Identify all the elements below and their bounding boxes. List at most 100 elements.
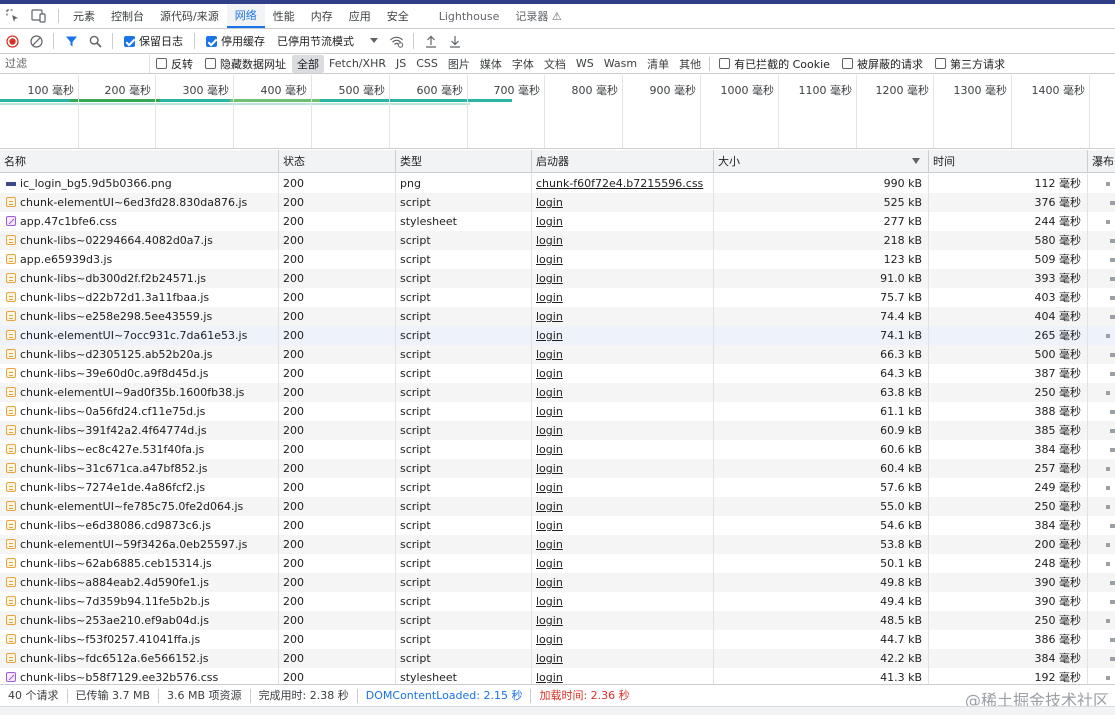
cell-initiator[interactable]: login bbox=[532, 326, 714, 345]
cell-initiator[interactable]: login bbox=[532, 573, 714, 592]
initiator-link[interactable]: login bbox=[536, 443, 563, 456]
column-header-name[interactable]: 名称 bbox=[0, 150, 279, 173]
throttling-select[interactable]: 已停用节流模式 bbox=[271, 33, 384, 49]
blocked-cookies-checkbox[interactable]: 有已拦截的 Cookie bbox=[713, 56, 836, 72]
cell-name[interactable]: chunk-libs~02294664.4082d0a7.js bbox=[0, 231, 279, 250]
table-row[interactable]: chunk-libs~ec8c427e.531f40fa.js 200 script… bbox=[0, 440, 1115, 459]
tab-1[interactable]: 控制台 bbox=[103, 4, 152, 28]
cell-name[interactable]: chunk-libs~ec8c427e.531f40fa.js bbox=[0, 440, 279, 459]
import-har-icon[interactable] bbox=[419, 30, 443, 52]
type-filter-6[interactable]: 字体 bbox=[507, 55, 539, 73]
table-row[interactable]: chunk-libs~d22b72d1.3a11fbaa.js 200 script… bbox=[0, 288, 1115, 307]
cell-name[interactable]: chunk-libs~7274e1de.4a86fcf2.js bbox=[0, 478, 279, 497]
initiator-link[interactable]: login bbox=[536, 671, 563, 684]
table-row[interactable]: chunk-libs~b58f7129.ee32b576.css 200 style… bbox=[0, 668, 1115, 684]
initiator-link[interactable]: login bbox=[536, 519, 563, 532]
type-filter-3[interactable]: CSS bbox=[411, 56, 443, 71]
type-filter-11[interactable]: 其他 bbox=[674, 55, 706, 73]
table-row[interactable]: ic_login_bg5.9d5b0366.png 200 png chunk-f60… bbox=[0, 174, 1115, 193]
table-row[interactable]: chunk-libs~d2305125.ab52b20a.js 200 script… bbox=[0, 345, 1115, 364]
table-row[interactable]: chunk-libs~253ae210.ef9ab04d.js 200 script… bbox=[0, 611, 1115, 630]
type-filter-1[interactable]: Fetch/XHR bbox=[324, 56, 391, 71]
cell-name[interactable]: chunk-libs~fdc6512a.6e566152.js bbox=[0, 649, 279, 668]
initiator-link[interactable]: login bbox=[536, 215, 563, 228]
initiator-link[interactable]: login bbox=[536, 557, 563, 570]
cell-name[interactable]: chunk-libs~f53f0257.41041ffa.js bbox=[0, 630, 279, 649]
table-row[interactable]: chunk-elementUI~6ed3fd28.830da876.js 200 s… bbox=[0, 193, 1115, 212]
table-row[interactable]: chunk-libs~7d359b94.11fe5b2b.js 200 script… bbox=[0, 592, 1115, 611]
cell-initiator[interactable]: login bbox=[532, 383, 714, 402]
hide-data-urls-checkbox[interactable]: 隐藏数据网址 bbox=[199, 56, 292, 72]
table-row[interactable]: chunk-libs~e6d38086.cd9873c6.js 200 script… bbox=[0, 516, 1115, 535]
cell-initiator[interactable]: login bbox=[532, 668, 714, 684]
table-row[interactable]: chunk-libs~02294664.4082d0a7.js 200 script… bbox=[0, 231, 1115, 250]
cell-name[interactable]: chunk-libs~db300d2f.f2b24571.js bbox=[0, 269, 279, 288]
search-icon[interactable] bbox=[83, 30, 107, 52]
tab-6[interactable]: 应用 bbox=[341, 4, 379, 28]
cell-name[interactable]: ic_login_bg5.9d5b0366.png bbox=[0, 174, 279, 193]
invert-checkbox[interactable]: 反转 bbox=[150, 56, 199, 72]
export-har-icon[interactable] bbox=[443, 30, 467, 52]
network-conditions-icon[interactable] bbox=[384, 30, 408, 52]
cell-initiator[interactable]: login bbox=[532, 250, 714, 269]
cell-initiator[interactable]: chunk-f60f72e4.b7215596.css bbox=[532, 174, 714, 193]
type-filter-8[interactable]: WS bbox=[571, 56, 599, 71]
initiator-link[interactable]: login bbox=[536, 291, 563, 304]
initiator-link[interactable]: login bbox=[536, 424, 563, 437]
initiator-link[interactable]: login bbox=[536, 310, 563, 323]
cell-initiator[interactable]: login bbox=[532, 288, 714, 307]
table-row[interactable]: chunk-libs~db300d2f.f2b24571.js 200 script… bbox=[0, 269, 1115, 288]
cell-name[interactable]: chunk-libs~d22b72d1.3a11fbaa.js bbox=[0, 288, 279, 307]
initiator-link[interactable]: login bbox=[536, 576, 563, 589]
cell-initiator[interactable]: login bbox=[532, 459, 714, 478]
record-button[interactable] bbox=[0, 30, 24, 52]
type-filter-7[interactable]: 文档 bbox=[539, 55, 571, 73]
cell-name[interactable]: chunk-libs~0a56fd24.cf11e75d.js bbox=[0, 402, 279, 421]
cell-initiator[interactable]: login bbox=[532, 535, 714, 554]
cell-initiator[interactable]: login bbox=[532, 307, 714, 326]
initiator-link[interactable]: login bbox=[536, 538, 563, 551]
table-row[interactable]: chunk-elementUI~7occ931c.7da61e53.js 200 s… bbox=[0, 326, 1115, 345]
table-row[interactable]: chunk-libs~391f42a2.4f64774d.js 200 script… bbox=[0, 421, 1115, 440]
cell-name[interactable]: chunk-elementUI~59f3426a.0eb25597.js bbox=[0, 535, 279, 554]
cell-name[interactable]: chunk-elementUI~9ad0f35b.1600fb38.js bbox=[0, 383, 279, 402]
initiator-link[interactable]: login bbox=[536, 253, 563, 266]
table-row[interactable]: chunk-libs~31c671ca.a47bf852.js 200 script… bbox=[0, 459, 1115, 478]
initiator-link[interactable]: chunk-f60f72e4.b7215596.css bbox=[536, 177, 703, 190]
initiator-link[interactable]: login bbox=[536, 348, 563, 361]
filter-icon[interactable] bbox=[59, 30, 83, 52]
cell-initiator[interactable]: login bbox=[532, 364, 714, 383]
third-party-checkbox[interactable]: 第三方请求 bbox=[929, 56, 1011, 72]
device-toolbar-icon[interactable] bbox=[26, 4, 52, 28]
initiator-link[interactable]: login bbox=[536, 367, 563, 380]
initiator-link[interactable]: login bbox=[536, 272, 563, 285]
column-header-waterfall[interactable]: 瀑布 bbox=[1088, 150, 1115, 173]
table-row[interactable]: chunk-elementUI~fe785c75.0fe2d064.js 200 s… bbox=[0, 497, 1115, 516]
cell-initiator[interactable]: login bbox=[532, 497, 714, 516]
type-filter-4[interactable]: 图片 bbox=[443, 55, 475, 73]
cell-initiator[interactable]: login bbox=[532, 269, 714, 288]
initiator-link[interactable]: login bbox=[536, 329, 563, 342]
column-header-time[interactable]: 时间 bbox=[929, 150, 1088, 173]
column-header-initiator[interactable]: 启动器 bbox=[532, 150, 714, 173]
cell-name[interactable]: chunk-libs~a884eab2.4d590fe1.js bbox=[0, 573, 279, 592]
table-row[interactable]: chunk-libs~0a56fd24.cf11e75d.js 200 script… bbox=[0, 402, 1115, 421]
initiator-link[interactable]: login bbox=[536, 481, 563, 494]
table-row[interactable]: app.e65939d3.js 200 script login 123 kB 509 毫… bbox=[0, 250, 1115, 269]
initiator-link[interactable]: login bbox=[536, 614, 563, 627]
cell-name[interactable]: chunk-libs~391f42a2.4f64774d.js bbox=[0, 421, 279, 440]
table-row[interactable]: chunk-libs~a884eab2.4d590fe1.js 200 script… bbox=[0, 573, 1115, 592]
cell-initiator[interactable]: login bbox=[532, 478, 714, 497]
cell-name[interactable]: chunk-libs~7d359b94.11fe5b2b.js bbox=[0, 592, 279, 611]
column-header-type[interactable]: 类型 bbox=[396, 150, 532, 173]
initiator-link[interactable]: login bbox=[536, 462, 563, 475]
cell-name[interactable]: chunk-libs~31c671ca.a47bf852.js bbox=[0, 459, 279, 478]
cell-initiator[interactable]: login bbox=[532, 440, 714, 459]
tab-5[interactable]: 内存 bbox=[303, 4, 341, 28]
table-row[interactable]: chunk-libs~39e60d0c.a9f8d45d.js 200 script… bbox=[0, 364, 1115, 383]
initiator-link[interactable]: login bbox=[536, 595, 563, 608]
type-filter-0[interactable]: 全部 bbox=[292, 54, 324, 73]
cell-name[interactable]: app.47c1bfe6.css bbox=[0, 212, 279, 231]
type-filter-10[interactable]: 清单 bbox=[642, 55, 674, 73]
cell-initiator[interactable]: login bbox=[532, 649, 714, 668]
